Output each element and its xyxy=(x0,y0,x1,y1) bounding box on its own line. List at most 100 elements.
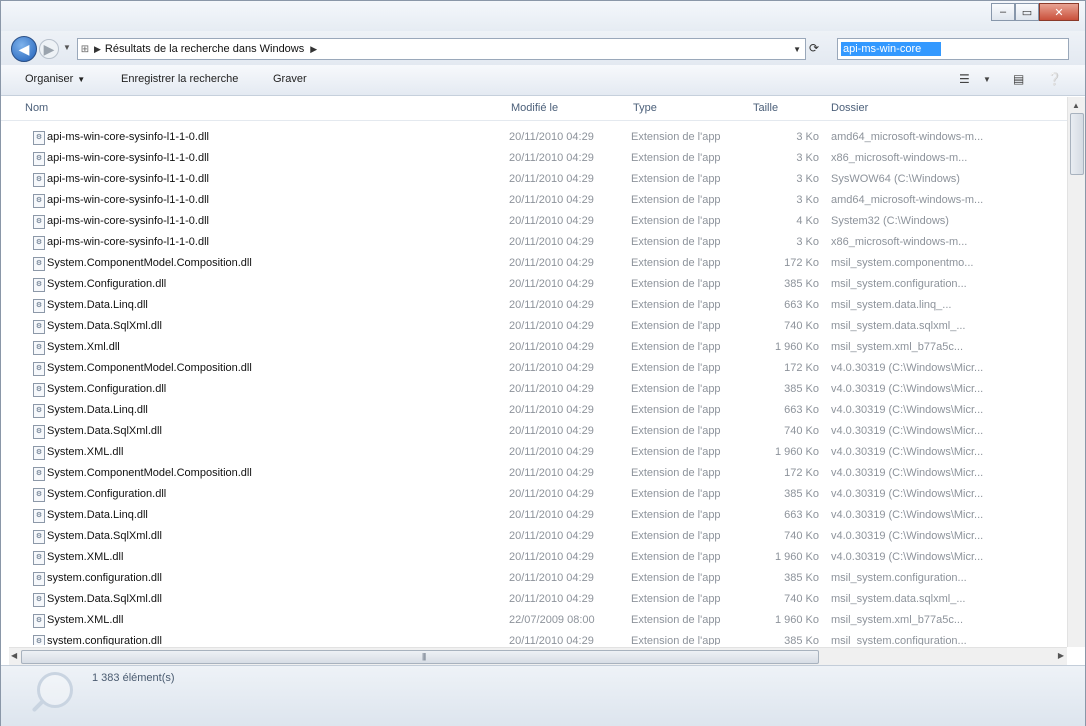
list-item[interactable]: ⚙ System.XML.dll 20/11/2010 04:29 Extension… xyxy=(1,442,1067,463)
list-item[interactable]: ⚙ System.Configuration.dll 20/11/2010 04:2… xyxy=(1,484,1067,505)
maximize-button[interactable]: ▭ xyxy=(1015,3,1039,21)
dll-file-icon: ⚙ xyxy=(33,257,45,271)
scroll-left-icon[interactable]: ◀ xyxy=(11,651,17,660)
column-header-folder[interactable]: Dossier xyxy=(831,102,868,114)
horizontal-scrollbar[interactable]: ◀ ||| ▶ xyxy=(9,647,1067,665)
close-button[interactable]: ✕ xyxy=(1039,3,1079,21)
horizontal-scroll-thumb[interactable]: ||| xyxy=(21,650,819,664)
file-name: system.configuration.dll xyxy=(47,635,162,645)
list-item[interactable]: ⚙ System.XML.dll 22/07/2009 08:00 Extension… xyxy=(1,610,1067,631)
file-date: 20/11/2010 04:29 xyxy=(509,446,594,458)
search-input[interactable] xyxy=(841,42,941,56)
file-folder: v4.0.30319 (C:\Windows\Micr... xyxy=(831,488,984,500)
file-name: System.XML.dll xyxy=(47,551,124,563)
column-header-date[interactable]: Modifié le xyxy=(511,102,558,114)
list-item[interactable]: ⚙ System.Data.Linq.dll 20/11/2010 04:29 Ext… xyxy=(1,400,1067,421)
file-folder: msil_system.componentmo... xyxy=(831,257,974,269)
address-bar[interactable]: ⊞ ▶ Résultats de la recherche dans Windo… xyxy=(77,38,806,60)
scroll-up-icon[interactable]: ▲ xyxy=(1072,101,1080,110)
list-item[interactable]: ⚙ System.ComponentModel.Composition.dll 20… xyxy=(1,358,1067,379)
file-date: 20/11/2010 04:29 xyxy=(509,467,594,479)
save-search-button[interactable]: Enregistrer la recherche xyxy=(121,73,238,85)
forward-button[interactable]: ▶ xyxy=(39,39,59,59)
preview-pane-icon[interactable]: ▤ xyxy=(1013,72,1024,86)
file-folder: x86_microsoft-windows-m... xyxy=(831,152,968,164)
list-item[interactable]: ⚙ System.Data.SqlXml.dll 20/11/2010 04:29 E… xyxy=(1,316,1067,337)
file-size: 172 Ko xyxy=(784,362,819,374)
back-button[interactable]: ◀ xyxy=(11,36,37,62)
list-item[interactable]: ⚙ api-ms-win-core-sysinfo-l1-1-0.dll 20/11… xyxy=(1,169,1067,190)
file-type: Extension de l'app xyxy=(631,593,721,605)
dll-file-icon: ⚙ xyxy=(33,362,45,376)
file-name: System.ComponentModel.Composition.dll xyxy=(47,257,252,269)
list-item[interactable]: ⚙ api-ms-win-core-sysinfo-l1-1-0.dll 20/11… xyxy=(1,148,1067,169)
address-dropdown-icon[interactable]: ▼ xyxy=(793,45,801,54)
file-size: 172 Ko xyxy=(784,257,819,269)
list-item[interactable]: ⚙ api-ms-win-core-sysinfo-l1-1-0.dll 20/11… xyxy=(1,211,1067,232)
file-type: Extension de l'app xyxy=(631,320,721,332)
scroll-right-icon[interactable]: ▶ xyxy=(1058,651,1064,660)
list-item[interactable]: ⚙ System.Data.Linq.dll 20/11/2010 04:29 Ext… xyxy=(1,505,1067,526)
vertical-scroll-thumb[interactable] xyxy=(1070,113,1084,175)
search-folder-icon: ⊞ xyxy=(80,43,90,55)
refresh-icon[interactable]: ⟳ xyxy=(809,41,819,55)
file-folder: v4.0.30319 (C:\Windows\Micr... xyxy=(831,383,984,395)
file-name: System.Data.SqlXml.dll xyxy=(47,593,162,605)
file-name: api-ms-win-core-sysinfo-l1-1-0.dll xyxy=(47,194,209,206)
column-header-size[interactable]: Taille xyxy=(753,102,778,114)
file-size: 663 Ko xyxy=(784,509,819,521)
file-folder: System32 (C:\Windows) xyxy=(831,215,949,227)
details-pane: 1 383 élément(s) xyxy=(1,665,1085,726)
list-item[interactable]: ⚙ system.configuration.dll 20/11/2010 04:2… xyxy=(1,631,1067,645)
list-item[interactable]: ⚙ System.ComponentModel.Composition.dll 20… xyxy=(1,463,1067,484)
file-name: System.Configuration.dll xyxy=(47,488,167,500)
column-header-type[interactable]: Type xyxy=(633,102,657,114)
file-size: 3 Ko xyxy=(796,131,819,143)
list-item[interactable]: ⚙ System.Data.Linq.dll 20/11/2010 04:29 Ext… xyxy=(1,295,1067,316)
list-item[interactable]: ⚙ System.Xml.dll 20/11/2010 04:29 Extension… xyxy=(1,337,1067,358)
file-size: 385 Ko xyxy=(784,572,819,584)
minimize-button[interactable]: – xyxy=(991,3,1015,21)
file-name: api-ms-win-core-sysinfo-l1-1-0.dll xyxy=(47,236,209,248)
list-item[interactable]: ⚙ system.configuration.dll 20/11/2010 04:2… xyxy=(1,568,1067,589)
file-folder: v4.0.30319 (C:\Windows\Micr... xyxy=(831,467,984,479)
list-item[interactable]: ⚙ System.Configuration.dll 20/11/2010 04:2… xyxy=(1,379,1067,400)
file-name: System.Data.SqlXml.dll xyxy=(47,530,162,542)
file-folder: msil_system.data.linq_... xyxy=(831,299,952,311)
file-name: System.ComponentModel.Composition.dll xyxy=(47,467,252,479)
organize-button[interactable]: Organiser ▼ xyxy=(25,73,85,85)
file-size: 740 Ko xyxy=(784,425,819,437)
breadcrumb[interactable]: Résultats de la recherche dans Windows xyxy=(101,43,308,55)
list-item[interactable]: ⚙ System.Configuration.dll 20/11/2010 04:2… xyxy=(1,274,1067,295)
list-item[interactable]: ⚙ System.Data.SqlXml.dll 20/11/2010 04:29 E… xyxy=(1,421,1067,442)
command-bar: Organiser ▼ Enregistrer la recherche Grav… xyxy=(1,65,1085,96)
vertical-scrollbar[interactable]: ▲ xyxy=(1067,97,1085,647)
view-options-icon[interactable]: ☰ xyxy=(959,72,970,86)
recent-pages-dropdown-icon[interactable]: ▼ xyxy=(63,43,71,52)
help-icon[interactable]: ❔ xyxy=(1047,72,1062,86)
list-item[interactable]: ⚙ System.Data.SqlXml.dll 20/11/2010 04:29 E… xyxy=(1,589,1067,610)
list-item[interactable]: ⚙ api-ms-win-core-sysinfo-l1-1-0.dll 20/11… xyxy=(1,127,1067,148)
file-date: 20/11/2010 04:29 xyxy=(509,572,594,584)
breadcrumb-chevron-icon[interactable]: ▶ xyxy=(310,44,317,55)
file-type: Extension de l'app xyxy=(631,257,721,269)
view-dropdown-icon[interactable]: ▼ xyxy=(983,75,991,84)
list-item[interactable]: ⚙ api-ms-win-core-sysinfo-l1-1-0.dll 20/11… xyxy=(1,232,1067,253)
search-box[interactable] xyxy=(837,38,1069,60)
list-item[interactable]: ⚙ System.ComponentModel.Composition.dll 20… xyxy=(1,253,1067,274)
list-item[interactable]: ⚙ api-ms-win-core-sysinfo-l1-1-0.dll 20/11… xyxy=(1,190,1067,211)
breadcrumb-separator-icon[interactable]: ▶ xyxy=(94,44,101,55)
file-folder: SysWOW64 (C:\Windows) xyxy=(831,173,960,185)
list-item[interactable]: ⚙ System.XML.dll 20/11/2010 04:29 Extension… xyxy=(1,547,1067,568)
file-size: 385 Ko xyxy=(784,488,819,500)
file-date: 20/11/2010 04:29 xyxy=(509,278,594,290)
organize-label: Organiser xyxy=(25,73,74,85)
dll-file-icon: ⚙ xyxy=(33,530,45,544)
dll-file-icon: ⚙ xyxy=(33,404,45,418)
list-item[interactable]: ⚙ System.Data.SqlXml.dll 20/11/2010 04:29 E… xyxy=(1,526,1067,547)
dll-file-icon: ⚙ xyxy=(33,131,45,145)
dll-file-icon: ⚙ xyxy=(33,614,45,628)
burn-button[interactable]: Graver xyxy=(273,73,307,85)
column-header-name[interactable]: Nom xyxy=(25,102,48,114)
file-name: api-ms-win-core-sysinfo-l1-1-0.dll xyxy=(47,152,209,164)
